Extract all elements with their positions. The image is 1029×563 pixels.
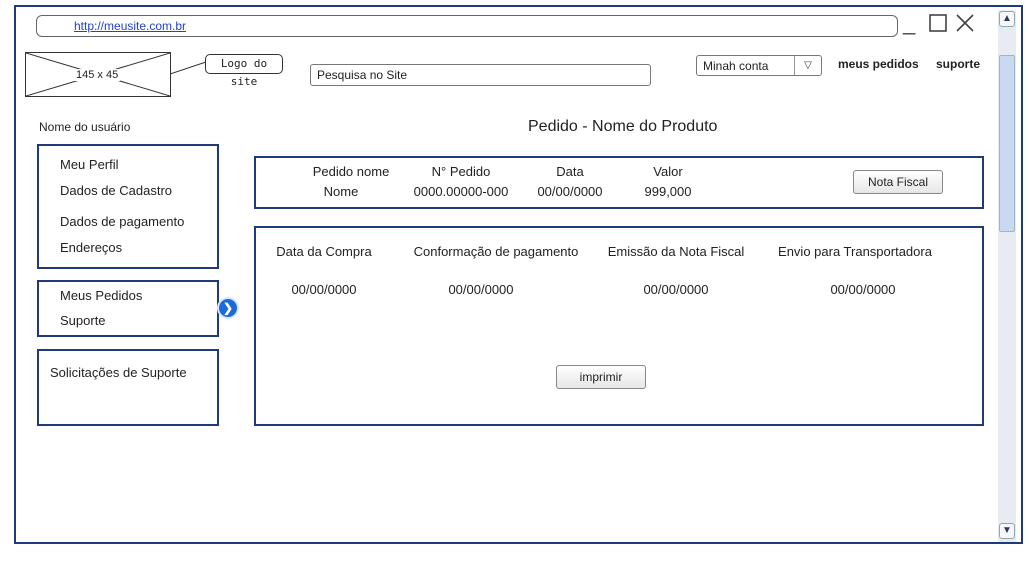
sidebar-item-addresses[interactable]: Endereços bbox=[60, 240, 122, 255]
search-input[interactable]: Pesquisa no Site bbox=[310, 64, 651, 86]
username: Nome do usuário bbox=[39, 120, 131, 134]
logo-placeholder: 145 x 45 bbox=[25, 52, 171, 97]
sidebar-item-payment[interactable]: Dados de pagamento bbox=[60, 214, 184, 229]
status-header-shipping: Envio para Transportadora bbox=[778, 244, 932, 259]
url-bar[interactable]: http://meusite.com.br bbox=[36, 15, 898, 37]
order-header-name: Pedido nome bbox=[312, 164, 390, 179]
scroll-down-icon[interactable]: ▼ bbox=[999, 523, 1015, 539]
order-value-name: Nome bbox=[323, 184, 359, 199]
sidebar-item-support-requests[interactable]: Solicitações de Suporte bbox=[50, 365, 187, 380]
page-title: Pedido - Nome do Produto bbox=[528, 118, 718, 135]
status-value-shipping: 00/00/0000 bbox=[830, 282, 896, 297]
print-button[interactable]: imprimir bbox=[556, 365, 646, 389]
minimize-icon[interactable]: _ bbox=[903, 12, 915, 34]
my-orders-link[interactable]: meus pedidos bbox=[838, 57, 919, 71]
status-value-payment: 00/00/0000 bbox=[448, 282, 514, 297]
chevron-down-icon[interactable]: ▽ bbox=[794, 56, 821, 75]
callout-pointer bbox=[170, 61, 207, 75]
close-icon[interactable] bbox=[955, 13, 975, 37]
logo-callout: Logo do site bbox=[205, 54, 283, 88]
sidebar-item-orders[interactable]: Meus Pedidos bbox=[60, 288, 142, 303]
order-value-amount: 999,000 bbox=[644, 184, 692, 199]
chevron-right-icon[interactable]: ❯ bbox=[217, 297, 239, 319]
account-select-value: Minah conta bbox=[703, 59, 769, 73]
order-value-date: 00/00/0000 bbox=[537, 184, 603, 199]
sidebar-item-support[interactable]: Suporte bbox=[60, 313, 106, 328]
scroll-up-icon[interactable]: ▲ bbox=[999, 11, 1015, 27]
logo-size-label: 145 x 45 bbox=[74, 69, 121, 81]
status-header-payment: Conformação de pagamento bbox=[413, 244, 579, 259]
status-value-invoice: 00/00/0000 bbox=[643, 282, 709, 297]
sidebar-item-profile[interactable]: Meu Perfil bbox=[60, 157, 119, 172]
status-header-invoice: Emissão da Nota Fiscal bbox=[607, 244, 745, 259]
account-select[interactable]: Minah conta ▽ bbox=[696, 55, 822, 76]
url-link[interactable]: http://meusite.com.br bbox=[74, 19, 186, 33]
order-value-number: 0000.00000-000 bbox=[413, 184, 509, 199]
order-header-value: Valor bbox=[653, 164, 683, 179]
support-menu bbox=[37, 349, 219, 426]
support-link[interactable]: suporte bbox=[936, 57, 980, 71]
status-value-purchase: 00/00/0000 bbox=[291, 282, 357, 297]
status-header-purchase: Data da Compra bbox=[276, 244, 372, 259]
maximize-icon[interactable] bbox=[929, 14, 947, 36]
order-header-number: N° Pedido bbox=[431, 164, 491, 179]
scroll-thumb[interactable] bbox=[999, 55, 1015, 232]
invoice-button[interactable]: Nota Fiscal bbox=[853, 170, 943, 194]
sidebar-item-registration[interactable]: Dados de Cadastro bbox=[60, 183, 172, 198]
order-header-date: Data bbox=[556, 164, 584, 179]
